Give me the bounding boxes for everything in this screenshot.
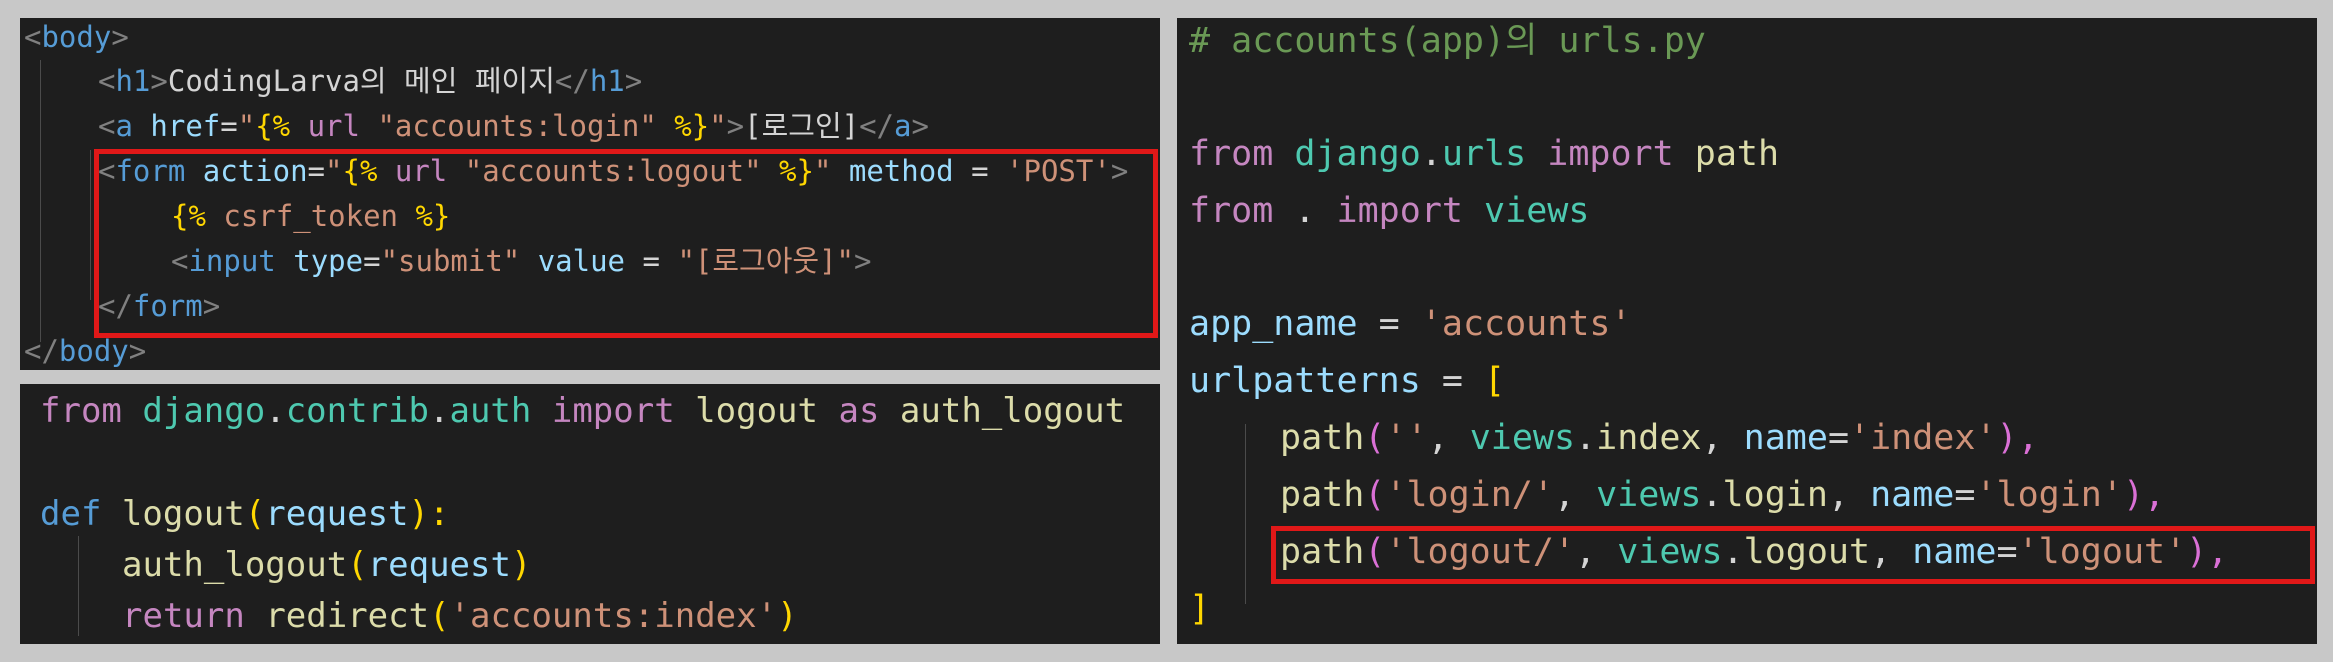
code-line-return-redirect: return redirect('accounts:index') — [122, 596, 798, 636]
code-line-close-bracket: ] — [1189, 589, 1211, 629]
code-line-comment: # accounts(app)의 urls.py — [1189, 21, 1706, 61]
indent-guide — [78, 536, 79, 636]
code-line-import-path: from django.urls import path — [1189, 134, 1780, 174]
urls-code-panel: # accounts(app)의 urls.py from django.url… — [1177, 18, 2317, 644]
code-line-auth-logout-call: auth_logout(request) — [122, 545, 532, 585]
indent-guide — [1245, 424, 1246, 604]
code-line-body-close: </body> — [24, 334, 147, 368]
code-line-import-logout: from django.contrib.auth import logout a… — [40, 391, 1126, 431]
code-line-def-logout: def logout(request): — [40, 494, 450, 534]
code-line-import-views: from . import views — [1189, 191, 1590, 231]
code-line-body-open: <body> — [24, 20, 129, 54]
indent-guide — [90, 150, 91, 300]
logout-path-highlight-box — [1271, 526, 2315, 584]
indent-guide — [40, 60, 41, 342]
code-line-h1: <h1>CodingLarva의 메인 페이지</h1> — [98, 64, 643, 98]
views-code-panel: from django.contrib.auth import logout a… — [20, 384, 1160, 644]
code-line-path-login: path('login/', views.login, name='login'… — [1280, 475, 2166, 515]
code-line-app-name: app_name = 'accounts' — [1189, 304, 1632, 344]
code-line-urlpatterns: urlpatterns = [ — [1189, 361, 1506, 401]
code-line-login-link: <a href="{% url "accounts:login" %}">[로그… — [98, 109, 929, 143]
html-template-code-panel: <body> <h1>CodingLarva의 메인 페이지</h1> <a h… — [20, 18, 1160, 370]
logout-form-highlight-box — [94, 149, 1158, 338]
code-line-path-index: path('', views.index, name='index'), — [1280, 418, 2039, 458]
